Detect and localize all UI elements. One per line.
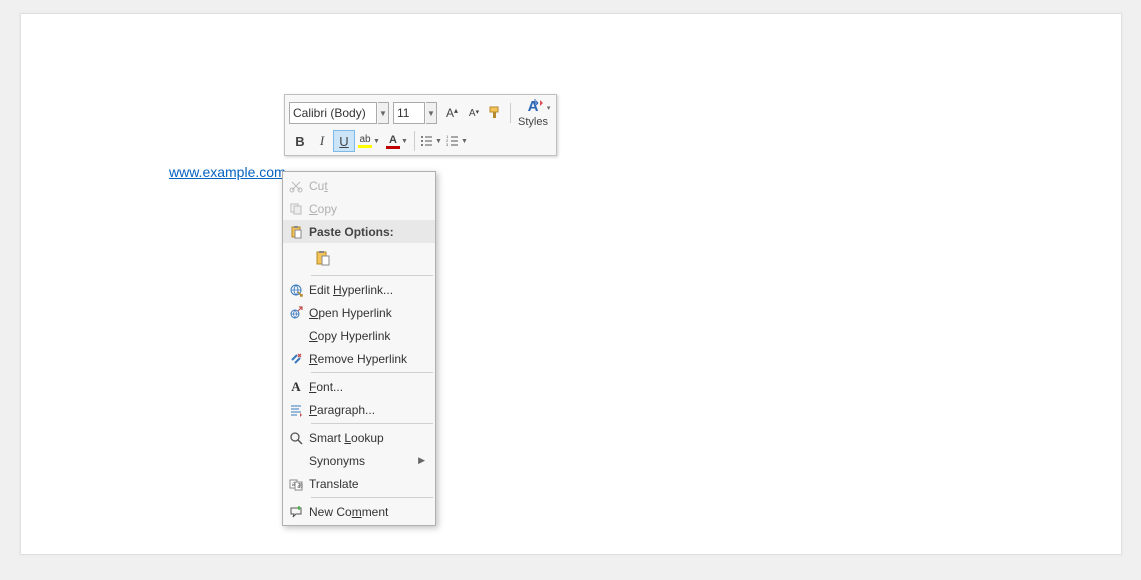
menu-translate[interactable]: aあ Translate [283, 472, 435, 495]
menu-paste-options-label: Paste Options: [309, 225, 429, 239]
styles-icon: A ▾ [528, 98, 539, 116]
format-painter-button[interactable] [485, 102, 507, 124]
styles-button[interactable]: A ▾ Styles [514, 98, 552, 128]
toolbar-row-2: B I U ab ▼ A ▼ [287, 129, 554, 153]
grow-font-button[interactable]: A▴ [441, 102, 463, 124]
menu-copy: Copy [283, 197, 435, 220]
menu-edit-hyperlink-label: Edit Hyperlink... [309, 283, 429, 297]
grow-font-icon: A▴ [446, 106, 458, 120]
highlight-button[interactable]: ab ▼ [355, 130, 383, 152]
menu-edit-hyperlink[interactable]: Edit Hyperlink... [283, 278, 435, 301]
menu-translate-label: Translate [309, 477, 429, 491]
bullets-icon [420, 134, 434, 148]
hyperlink-text[interactable]: www.example.com [169, 164, 286, 180]
mini-toolbar: Calibri (Body) ▼ 11 ▼ A▴ A▾ A [284, 94, 557, 156]
numbering-icon: 1 2 3 [446, 134, 460, 148]
menu-remove-hyperlink-label: Remove Hyperlink [309, 352, 429, 366]
font-color-icon: A [386, 134, 400, 149]
menu-paragraph-label: Paragraph... [309, 403, 429, 417]
underline-icon: U [339, 134, 348, 149]
format-painter-icon [488, 105, 504, 121]
menu-copy-hyperlink-label: Copy Hyperlink [309, 329, 429, 343]
menu-open-hyperlink[interactable]: Open Hyperlink [283, 301, 435, 324]
menu-synonyms[interactable]: Synonyms ▶ [283, 449, 435, 472]
context-menu: Cut Copy Paste Options: [282, 171, 436, 526]
italic-icon: I [320, 133, 324, 149]
menu-font[interactable]: A Font... [283, 375, 435, 398]
font-name-select[interactable]: Calibri (Body) [289, 102, 377, 124]
submenu-arrow-icon: ▶ [418, 455, 429, 466]
menu-cut-label: Cut [309, 179, 429, 193]
paste-options-row [283, 243, 435, 273]
new-comment-icon [283, 505, 309, 519]
menu-smart-lookup-label: Smart Lookup [309, 431, 429, 445]
paste-clipboard-icon [315, 250, 331, 266]
remove-hyperlink-icon [283, 352, 309, 366]
menu-new-comment-label: New Comment [309, 505, 429, 519]
shrink-font-button[interactable]: A▾ [463, 102, 485, 124]
menu-smart-lookup[interactable]: Smart Lookup [283, 426, 435, 449]
paste-icon [283, 225, 309, 239]
underline-button[interactable]: U [333, 130, 355, 152]
italic-button[interactable]: I [311, 130, 333, 152]
copy-icon [283, 202, 309, 216]
open-hyperlink-icon [283, 306, 309, 320]
highlight-icon: ab [358, 134, 372, 148]
menu-paste-options-header: Paste Options: [283, 220, 435, 243]
cut-icon [283, 179, 309, 193]
font-size-select[interactable]: 11 [393, 102, 425, 124]
smart-lookup-icon [283, 431, 309, 445]
svg-text:あ: あ [297, 483, 303, 490]
menu-synonyms-label: Synonyms [309, 454, 418, 468]
menu-font-label: Font... [309, 380, 429, 394]
menu-paragraph[interactable]: Paragraph... [283, 398, 435, 421]
edit-hyperlink-icon [283, 283, 309, 297]
font-icon: A [283, 379, 309, 395]
styles-label: Styles [518, 116, 548, 128]
font-size-dropdown[interactable]: ▼ [426, 102, 437, 124]
svg-text:3: 3 [446, 142, 449, 147]
menu-cut: Cut [283, 174, 435, 197]
numbering-button[interactable]: 1 2 3 ▼ [444, 130, 470, 152]
translate-icon: aあ [283, 477, 309, 491]
menu-copy-hyperlink[interactable]: Copy Hyperlink [283, 324, 435, 347]
shrink-font-icon: A▾ [469, 108, 479, 119]
document-page: www.example.com Calibri (Body) ▼ 11 ▼ A▴… [20, 13, 1122, 555]
menu-copy-label: Copy [309, 202, 429, 216]
menu-open-hyperlink-label: Open Hyperlink [309, 306, 429, 320]
bold-button[interactable]: B [289, 130, 311, 152]
paste-keep-source-button[interactable] [311, 246, 335, 270]
font-name-dropdown[interactable]: ▼ [378, 102, 389, 124]
font-color-button[interactable]: A ▼ [383, 130, 411, 152]
bullets-button[interactable]: ▼ [418, 130, 444, 152]
menu-remove-hyperlink[interactable]: Remove Hyperlink [283, 347, 435, 370]
bold-icon: B [295, 134, 304, 149]
toolbar-row-1: Calibri (Body) ▼ 11 ▼ A▴ A▾ A [287, 97, 554, 129]
menu-new-comment[interactable]: New Comment [283, 500, 435, 523]
paragraph-icon [283, 403, 309, 417]
